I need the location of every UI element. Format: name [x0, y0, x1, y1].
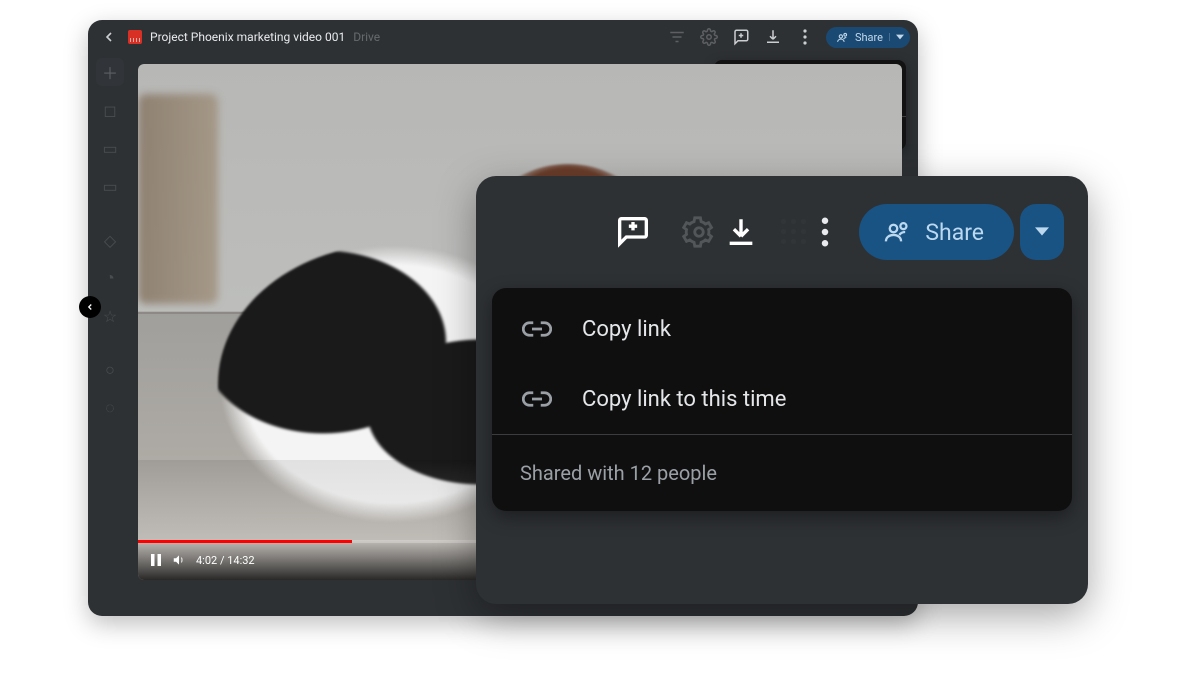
progress-fill: [138, 540, 352, 543]
page-context: Drive: [353, 30, 380, 44]
download-icon-large[interactable]: [719, 210, 763, 254]
more-vert-icon[interactable]: [794, 26, 816, 48]
left-rail: ＋ ◻ ▭ ▭ ◇ ◔ ☆ ○ ◌: [88, 54, 132, 616]
menu-item-label: Copy link: [582, 317, 671, 342]
computers-icon[interactable]: ▭: [96, 172, 124, 200]
back-button[interactable]: [98, 26, 120, 48]
filter-icon[interactable]: [666, 26, 688, 48]
add-comment-icon[interactable]: [730, 26, 752, 48]
share-menu-large: Copy link Copy link to this time Shared …: [492, 288, 1072, 511]
pause-button[interactable]: [150, 554, 162, 566]
home-icon[interactable]: ◻: [96, 96, 124, 124]
link-icon: [520, 384, 554, 414]
video-file-icon: [128, 30, 142, 44]
more-vert-icon-large[interactable]: [815, 210, 835, 254]
app-grid-icon[interactable]: [779, 210, 809, 254]
share-dropdown-toggle-small[interactable]: [889, 33, 904, 41]
collapse-sidebar-button[interactable]: [79, 296, 101, 318]
shared-icon[interactable]: ◇: [96, 226, 124, 254]
new-button[interactable]: ＋: [96, 58, 124, 86]
volume-button[interactable]: [172, 553, 186, 567]
share-label-large: Share: [925, 219, 984, 246]
share-dropdown-toggle-large[interactable]: [1020, 204, 1064, 260]
share-button-small[interactable]: Share: [826, 27, 910, 48]
add-comment-icon-large[interactable]: [605, 210, 661, 254]
download-icon[interactable]: [762, 26, 784, 48]
gear-icon-large[interactable]: [677, 210, 721, 254]
title-bar: Project Phoenix marketing video 001 Driv…: [88, 20, 918, 54]
storage-icon[interactable]: ◌: [96, 394, 124, 422]
drive-icon[interactable]: ▭: [96, 134, 124, 162]
time-display: 4:02 / 14:32: [196, 554, 255, 567]
menu-item-label: Copy link to this time: [582, 387, 786, 412]
trash-icon[interactable]: ○: [96, 356, 124, 384]
page-title: Project Phoenix marketing video 001: [150, 30, 345, 44]
recent-icon[interactable]: ◔: [96, 264, 124, 292]
share-button-large[interactable]: Share: [859, 204, 1014, 260]
copy-link-time-item-large[interactable]: Copy link to this time: [492, 364, 1072, 434]
share-label-small: Share: [855, 31, 883, 44]
zoom-toolbar: Share: [476, 176, 1088, 288]
share-controls-zoom-panel: Share Copy link Copy link to this time S…: [476, 176, 1088, 604]
gear-icon[interactable]: [698, 26, 720, 48]
shared-with-footer-large: Shared with 12 people: [492, 434, 1072, 511]
copy-link-item-large[interactable]: Copy link: [492, 294, 1072, 364]
link-icon: [520, 314, 554, 344]
